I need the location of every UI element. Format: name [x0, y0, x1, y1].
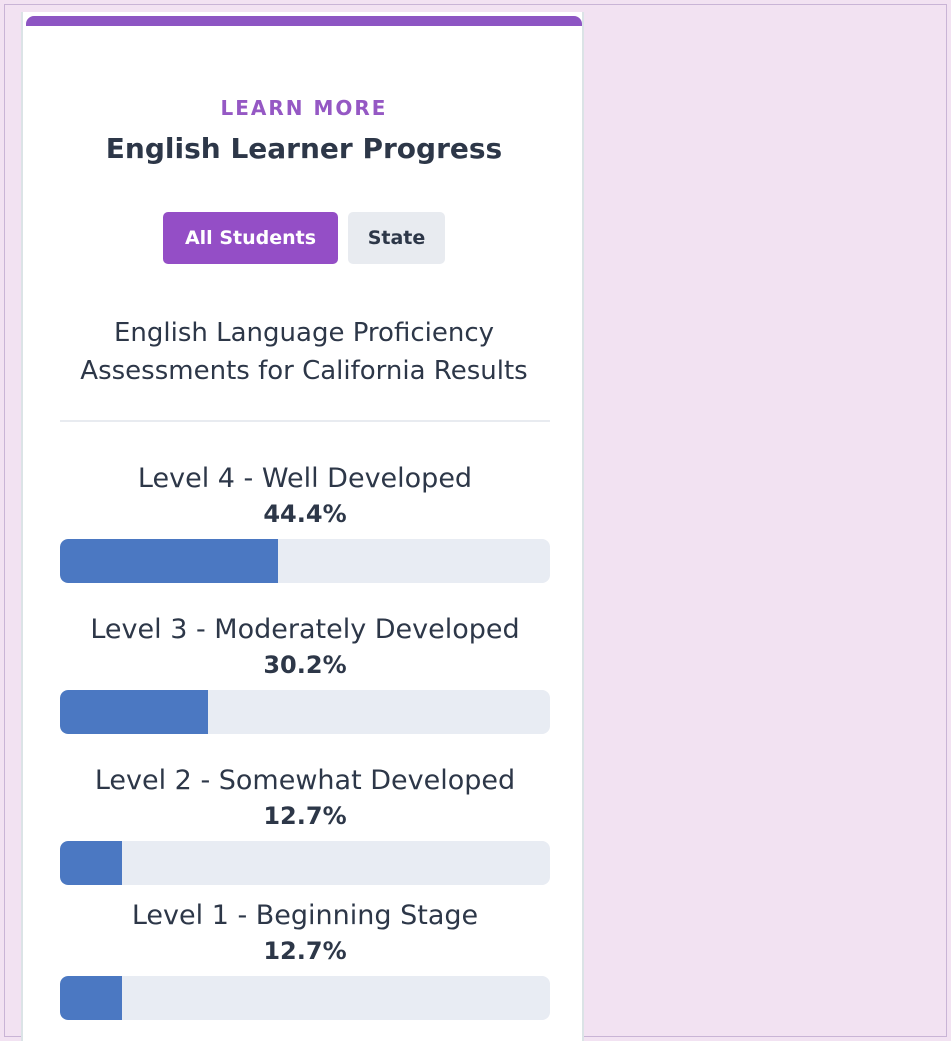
level-4-progress-fill	[60, 539, 278, 583]
level-3-result: Level 3 - Moderately Developed 30.2%	[60, 613, 550, 734]
level-3-progress-fill	[60, 690, 208, 734]
level-3-progress-track	[60, 690, 550, 734]
level-1-percent: 12.7%	[263, 937, 347, 965]
section-divider	[60, 420, 550, 422]
level-2-percent: 12.7%	[263, 802, 347, 830]
level-4-result: Level 4 - Well Developed 44.4%	[60, 462, 550, 583]
assessment-title: English Language Proficiency Assessments…	[26, 314, 582, 390]
all-students-button[interactable]: All Students	[163, 212, 338, 264]
level-3-percent: 30.2%	[263, 651, 347, 679]
level-4-label: Level 4 - Well Developed	[137, 463, 473, 494]
student-group-toggle: All Students State	[26, 212, 582, 264]
level-1-progress-fill	[60, 976, 123, 1020]
level-2-progress-fill	[60, 841, 123, 885]
level-2-progress-track	[60, 841, 550, 885]
assessment-title-line-1: English Language Proficiency	[113, 318, 495, 348]
learn-more-label: LEARN MORE	[220, 96, 388, 120]
assessment-title-line-2: Assessments for California Results	[80, 356, 528, 386]
level-4-progress-track	[60, 539, 550, 583]
state-button[interactable]: State	[348, 212, 445, 264]
level-1-label: Level 1 - Beginning Stage	[131, 900, 479, 931]
level-1-result: Level 1 - Beginning Stage 12.7%	[60, 899, 550, 1020]
level-1-progress-track	[60, 976, 550, 1020]
level-2-result: Level 2 - Somewhat Developed 12.7%	[60, 764, 550, 885]
level-4-percent: 44.4%	[263, 500, 347, 528]
card-title: English Learner Progress	[105, 132, 503, 165]
level-2-label: Level 2 - Somewhat Developed	[94, 765, 516, 796]
english-learner-progress-card: LEARN MORE English Learner Progress All …	[26, 16, 582, 1041]
card-header: LEARN MORE English Learner Progress	[26, 96, 582, 166]
level-3-label: Level 3 - Moderately Developed	[90, 614, 520, 645]
